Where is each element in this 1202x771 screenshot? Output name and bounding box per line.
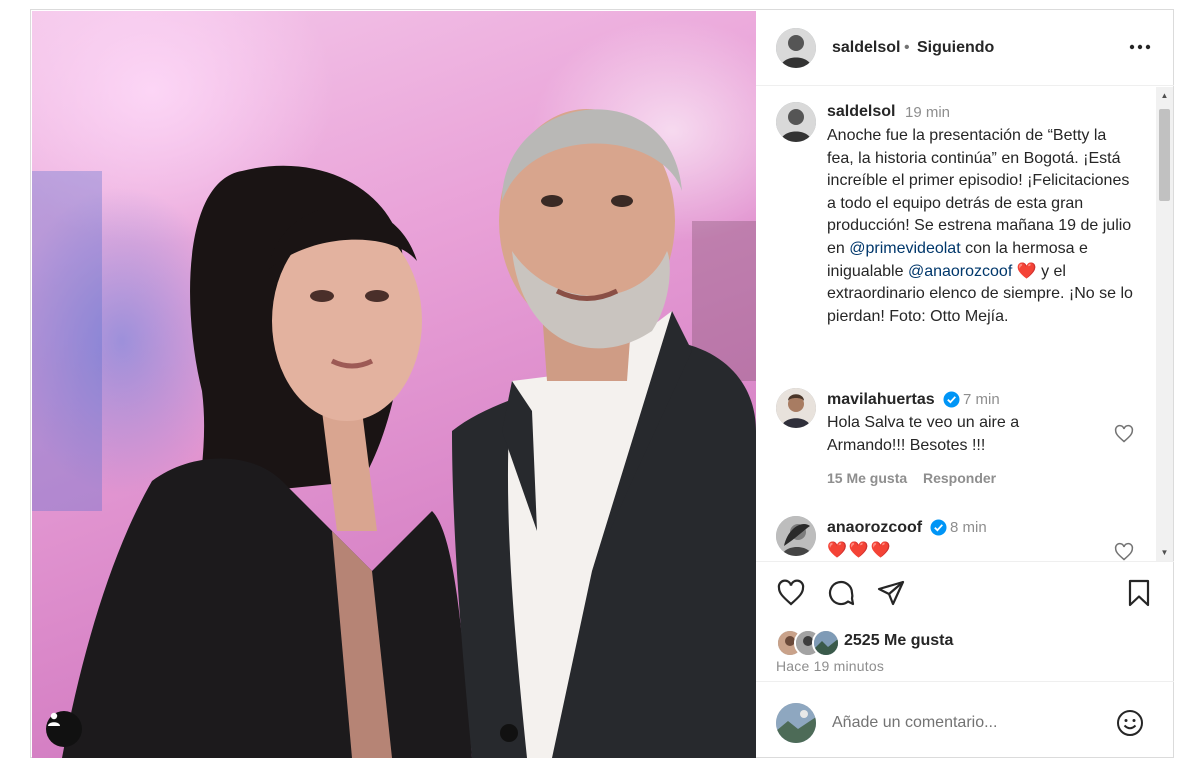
comments-scrollbar[interactable]: ▲ ▼: [1156, 87, 1173, 561]
post-dialog: saldelsol • Siguiendo saldelsol 19 min A…: [30, 9, 1174, 758]
avatar-image: [776, 703, 816, 743]
caption-text-part: Anoche fue la presentación de “Betty la …: [827, 127, 1132, 257]
reply-button[interactable]: Responder: [923, 470, 996, 486]
caption-text: Anoche fue la presentación de “Betty la …: [827, 125, 1137, 328]
comments-list[interactable]: saldelsol 19 min Anoche fue la presentac…: [756, 87, 1174, 561]
comment-like-heart-icon[interactable]: [1114, 542, 1134, 561]
verified-badge-icon: [943, 391, 960, 408]
likes-count[interactable]: 2525 Me gusta: [844, 632, 953, 650]
mention-anaorozcoof[interactable]: @anaorozcoof: [908, 263, 1012, 280]
comment-icon[interactable]: [826, 578, 856, 608]
mention-primevideolat[interactable]: @primevideolat: [849, 240, 960, 257]
comment-avatar[interactable]: [776, 388, 816, 428]
comment-text: Hola Salva te veo un aire a Armando!!! B…: [827, 414, 1020, 454]
comment-input[interactable]: [832, 708, 1102, 738]
comment-username[interactable]: mavilahuertas: [827, 391, 935, 409]
header-separator: •: [904, 39, 910, 56]
liker-avatar: [812, 629, 840, 657]
send-icon[interactable]: [876, 578, 906, 608]
photo-illustration: [32, 109, 756, 758]
heart-icon[interactable]: [776, 578, 806, 608]
comment-like-heart-icon[interactable]: [1114, 424, 1134, 444]
comment-time[interactable]: 8 min: [950, 519, 987, 536]
scrollbar-thumb[interactable]: [1159, 109, 1170, 201]
comment-text: ❤️❤️❤️: [827, 542, 893, 559]
add-comment-bar: [756, 681, 1174, 757]
comment-time[interactable]: 7 min: [963, 391, 1000, 408]
current-user-avatar: [776, 703, 816, 743]
person-icon: [48, 712, 60, 726]
post-side-panel: saldelsol • Siguiendo saldelsol 19 min A…: [756, 10, 1174, 757]
avatar-image: [814, 631, 838, 655]
comment-likes[interactable]: 15 Me gusta: [827, 470, 907, 486]
caption-time[interactable]: 19 min: [905, 104, 950, 121]
emoji-icon[interactable]: [1116, 709, 1144, 737]
author-username[interactable]: saldelsol: [832, 39, 900, 57]
avatar-image: [776, 102, 816, 142]
caption-avatar[interactable]: [776, 102, 816, 142]
caption-username[interactable]: saldelsol: [827, 103, 895, 121]
red-heart-emoji: ❤️: [1016, 262, 1037, 280]
author-avatar[interactable]: [776, 28, 816, 68]
more-options-icon[interactable]: [1126, 35, 1154, 59]
scroll-up-arrow-icon[interactable]: ▲: [1156, 87, 1173, 104]
verified-badge-icon: [930, 519, 947, 536]
post-photo[interactable]: [32, 11, 756, 758]
following-button[interactable]: Siguiendo: [917, 39, 994, 57]
post-header: saldelsol • Siguiendo: [756, 10, 1174, 86]
post-timestamp[interactable]: Hace 19 minutos: [776, 658, 884, 674]
comment-username[interactable]: anaorozcoof: [827, 519, 922, 537]
tagged-users-button[interactable]: [46, 711, 82, 747]
comment-avatar[interactable]: [776, 516, 816, 556]
avatar-image: [776, 28, 816, 68]
scroll-down-arrow-icon[interactable]: ▼: [1156, 544, 1173, 561]
bookmark-icon[interactable]: [1124, 578, 1154, 608]
avatar-image: [776, 516, 816, 556]
post-actions: 2525 Me gusta Hace 19 minutos: [756, 561, 1174, 681]
avatar-image: [776, 388, 816, 428]
